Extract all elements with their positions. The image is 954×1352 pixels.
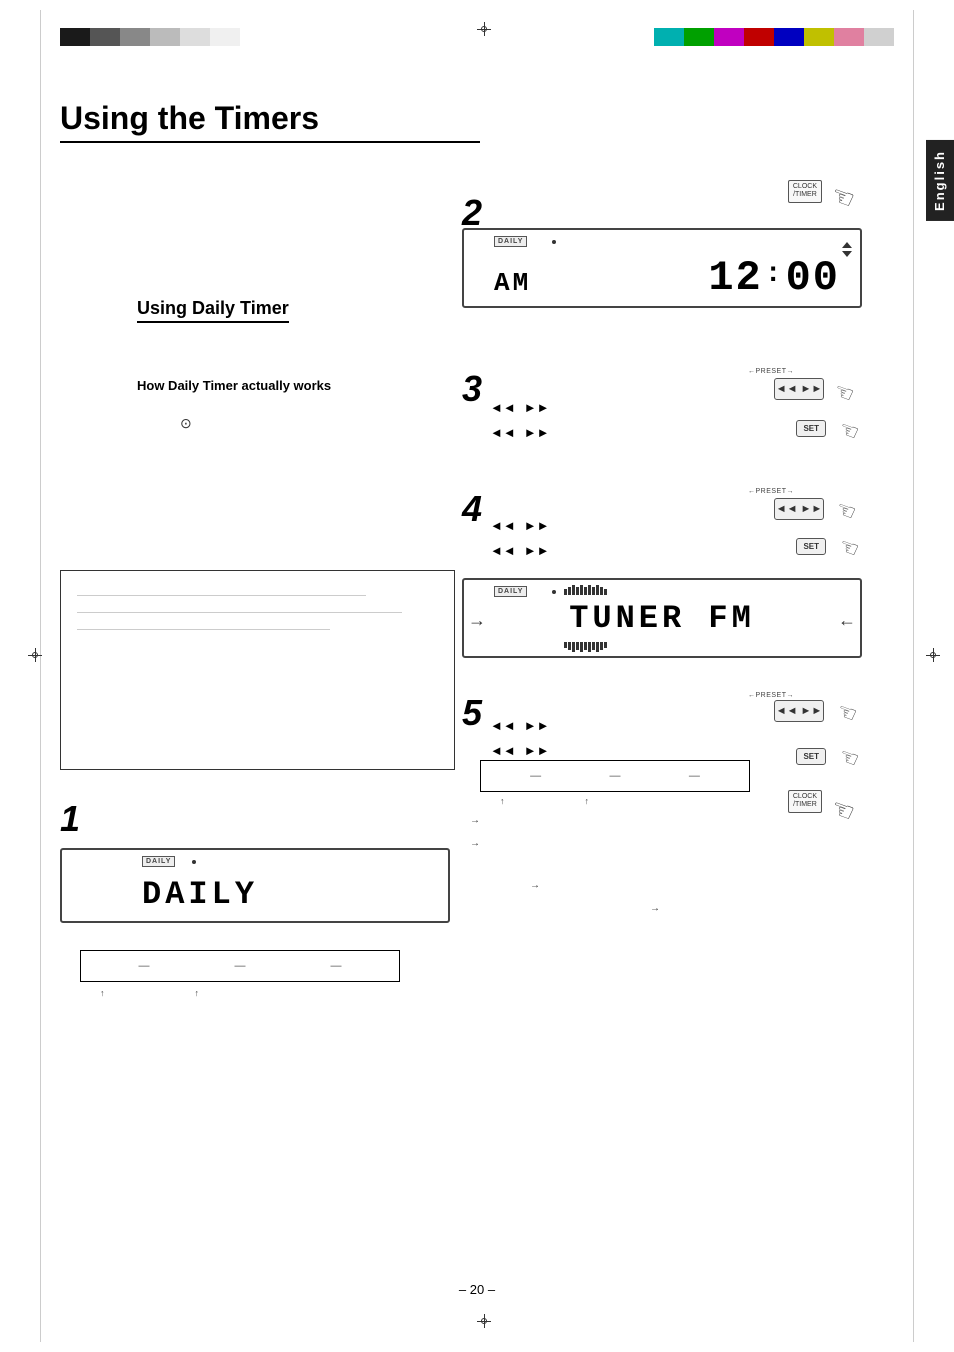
step4-set-button[interactable]: SET [796, 538, 826, 555]
step5-arrow-2: → [470, 838, 480, 849]
left-border-line [40, 10, 41, 1342]
step5-hand-cursor: ☞ [837, 700, 857, 726]
step5-arrow-4: → [650, 903, 660, 914]
circle-icon: ⊙ [180, 415, 192, 432]
step3-set-hand: ☞ [839, 418, 859, 444]
color-bar-right [654, 28, 894, 46]
step4-set-hand: ☞ [839, 535, 859, 561]
step-3-number: 3 [462, 368, 482, 410]
step1-clock-timer-label: CLOCK/TIMER [788, 790, 822, 813]
step1-bracket-display: — — — [80, 950, 400, 982]
step3-hand-cursor: ☞ [834, 380, 854, 406]
step5-preset-button[interactable]: ◄◄ ►► [774, 700, 824, 722]
step5-set-button[interactable]: SET [796, 748, 826, 765]
step-4-number: 4 [462, 488, 482, 530]
step3-transport-group: ◄◄ ►► ◄◄ ►► [490, 400, 549, 440]
step4-transport-group: ◄◄ ►► ◄◄ ►► [490, 518, 549, 558]
color-bar-left [60, 28, 240, 46]
step3-preset-label: ←PRESET→ [748, 368, 794, 375]
step1-bracket-arrows: ↑ ↑ [100, 988, 199, 998]
step3-set-button[interactable]: SET [796, 420, 826, 437]
step2-lcd-display: DAILY AM 12:00 [462, 228, 862, 308]
step4-hand-cursor: ☞ [836, 498, 856, 524]
step5-arrow-1: → [470, 815, 480, 826]
page-number: – 20 – [459, 1282, 495, 1297]
step2-hand-cursor: ☞ [831, 182, 854, 213]
step4-preset-label: ←PRESET→ [748, 488, 794, 495]
language-tab: English [926, 140, 954, 221]
section-title-daily-timer: Using Daily Timer [137, 298, 289, 323]
step2-clock-timer-label: CLOCK/TIMER [788, 180, 822, 203]
step4-tuner-lcd: DAILY TUNER FM → ← [462, 578, 862, 658]
step3-preset-button[interactable]: ◄◄ ►► [774, 378, 824, 400]
step1-hand-cursor: ☞ [831, 795, 854, 826]
step1-lcd-display: DAILY DAILY [60, 848, 450, 923]
step5-preset-label: ←PRESET→ [748, 692, 794, 699]
note-box [60, 570, 455, 770]
right-border-line [913, 10, 914, 1342]
step-1-number: 1 [60, 798, 80, 840]
subsection-title: How Daily Timer actually works [137, 378, 331, 393]
step5-bracket-display: — — — [480, 760, 750, 792]
step5-arrow-3: → [530, 880, 540, 891]
step-5-number: 5 [462, 692, 482, 734]
step5-transport-group: ◄◄ ►► ◄◄ ►► [490, 718, 549, 758]
step5-bracket-arrows: ↑ ↑ [500, 796, 589, 806]
page-title: Using the Timers [60, 100, 480, 143]
step5-set-hand: ☞ [839, 745, 859, 771]
step4-preset-button[interactable]: ◄◄ ►► [774, 498, 824, 520]
